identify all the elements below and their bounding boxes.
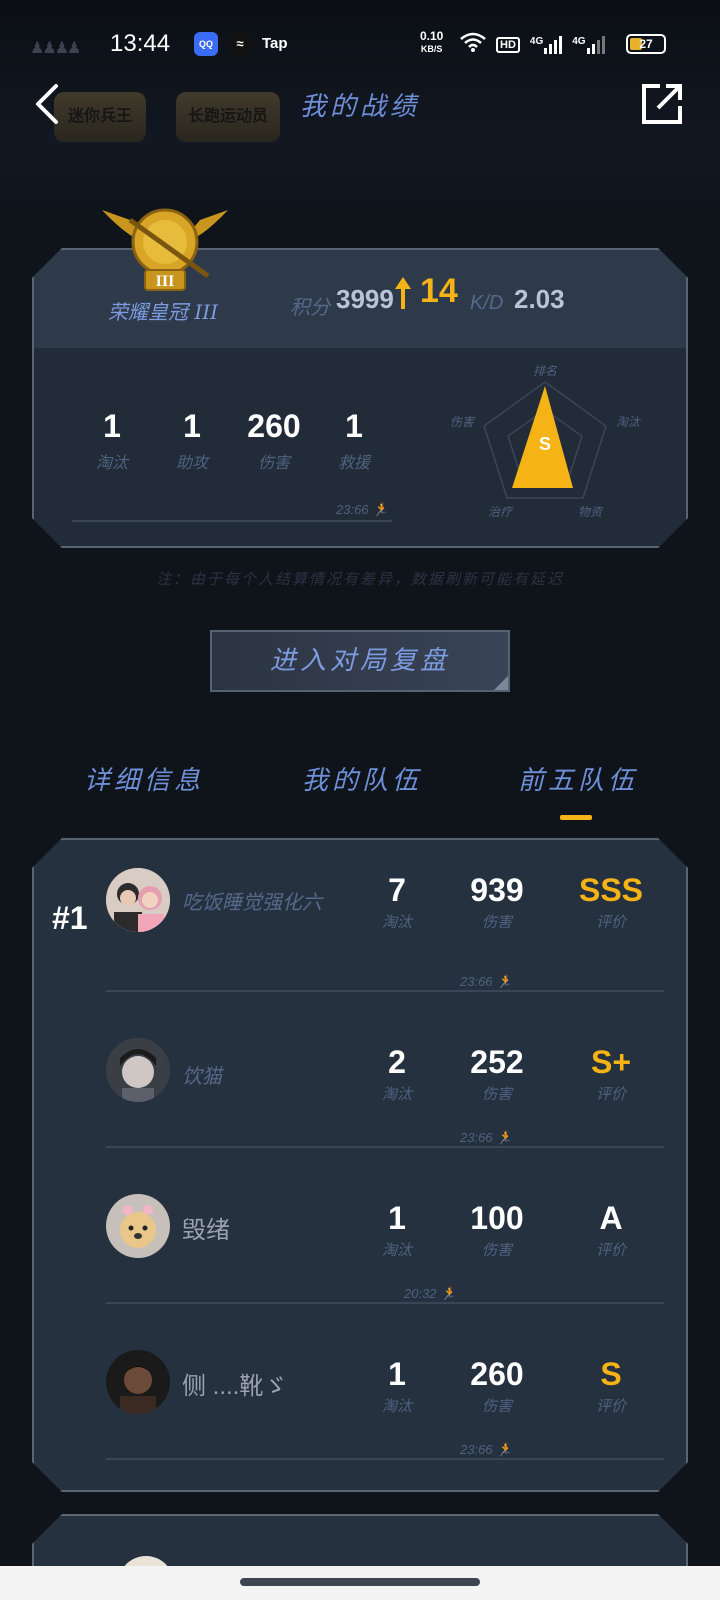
home-indicator[interactable]: [240, 1578, 480, 1586]
arrow-up-icon: [395, 277, 411, 309]
radar-label-rank: 排名: [533, 364, 558, 378]
player-damage: 939 伤害: [470, 872, 524, 931]
running-icon: 🏃: [496, 1130, 513, 1145]
running-icon: 🏃: [372, 502, 389, 517]
player-damage: 100 伤害: [470, 1200, 524, 1259]
title-tag-2: 长跑运动员: [176, 92, 280, 142]
kd-value: 2.03: [514, 284, 565, 314]
divider: [106, 990, 664, 992]
radar-chart: S 排名 淘汰 物资 治疗 伤害: [450, 364, 642, 519]
match-replay-button[interactable]: 进入对局复盘: [210, 630, 510, 692]
tab-details[interactable]: 详细信息: [84, 760, 204, 797]
player-name: 毁绪: [182, 1217, 230, 1244]
status-icons: HD 4G 4G: [460, 32, 605, 57]
active-tab-indicator: [560, 815, 592, 820]
tab-my-team[interactable]: 我的队伍: [302, 760, 422, 797]
player-rating: SSS 评价: [578, 872, 644, 931]
player-kills: 7 淘汰: [381, 872, 412, 931]
running-icon: 🏃: [496, 974, 513, 989]
share-icon: [642, 84, 682, 124]
page-title: 我的战绩: [300, 92, 421, 122]
player-rating: A 评价: [595, 1200, 626, 1259]
points-value: 3999: [336, 284, 394, 314]
rank-name: 荣耀皇冠 III: [108, 300, 219, 324]
avatar[interactable]: [106, 868, 170, 932]
status-time: 13:44: [110, 30, 171, 57]
player-survival-time: 23:66 🏃: [460, 974, 513, 989]
player-survival-time: 20:32 🏃: [404, 1286, 457, 1301]
divider: [106, 1146, 664, 1148]
radar-label-supplies: 物资: [578, 505, 604, 519]
capcut-app-icon: ≈: [228, 32, 252, 56]
avatar[interactable]: [106, 1350, 170, 1414]
wifi-icon: [460, 32, 486, 57]
signal-icon-2: 4G: [572, 35, 605, 54]
share-button[interactable]: [640, 82, 684, 126]
avatar[interactable]: [106, 1038, 170, 1102]
stat-rescues: 1 救援: [337, 408, 370, 472]
team-rank: #1: [52, 900, 88, 936]
radar-label-heal: 治疗: [488, 505, 514, 519]
radar-label-kills: 淘汰: [616, 415, 642, 429]
hd-icon: HD: [496, 36, 520, 53]
divider: [106, 1302, 664, 1304]
points-label: 积分: [290, 295, 330, 319]
status-bar: ♟♟♟♟ 13:44 QQ ≈ Tap 0.10 KB/S HD 4G 4G 2…: [0, 26, 720, 66]
svg-text:III: III: [156, 273, 175, 290]
player-damage: 252 伤害: [470, 1044, 524, 1103]
survival-time: 23:66 🏃: [336, 502, 389, 517]
player-rating: S+ 评价: [590, 1044, 632, 1103]
battery-icon: 27: [626, 34, 666, 54]
player-survival-time: 23:66 🏃: [460, 1130, 513, 1145]
player-name: 吃饭睡觉强化六: [182, 890, 322, 914]
tab-top-five[interactable]: 前五队伍: [518, 760, 638, 797]
points-change: 14: [420, 272, 458, 310]
network-speed: 0.10 KB/S: [420, 29, 444, 55]
divider: [106, 1458, 664, 1460]
player-name: 侧 ....靴ゞ: [182, 1373, 288, 1400]
player-kills: 1 淘汰: [381, 1356, 412, 1415]
player-damage: 260 伤害: [470, 1356, 524, 1415]
divider: [72, 520, 392, 522]
stat-damage: 260 伤害: [247, 408, 301, 472]
player-rating: S 评价: [595, 1356, 626, 1415]
signal-icon: 4G: [530, 35, 563, 54]
data-delay-note: 注：由于每个人结算情况有差异，数据刷新可能有延迟: [155, 570, 564, 588]
player-name: 饮猫: [182, 1064, 222, 1088]
radar-label-damage: 伤害: [450, 415, 476, 429]
tap-app-icon: Tap: [262, 35, 288, 52]
rank-emblem-icon: III: [100, 200, 230, 292]
avatar[interactable]: [106, 1194, 170, 1258]
player-kills: 1 淘汰: [381, 1200, 412, 1259]
running-icon: 🏃: [440, 1286, 457, 1301]
chevron-left-icon: [36, 84, 58, 124]
radar-grade: S: [539, 434, 551, 454]
player-kills: 2 淘汰: [381, 1044, 412, 1103]
qq-app-icon: QQ: [194, 32, 218, 56]
kd-label: K/D: [470, 292, 504, 314]
player-survival-time: 23:66 🏃: [460, 1442, 513, 1457]
back-button[interactable]: [32, 82, 68, 126]
people-icon: ♟♟♟♟: [30, 40, 81, 57]
stat-kills: 1 淘汰: [95, 408, 128, 472]
stat-assists: 1 助攻: [175, 408, 208, 472]
running-icon: 🏃: [496, 1442, 513, 1457]
